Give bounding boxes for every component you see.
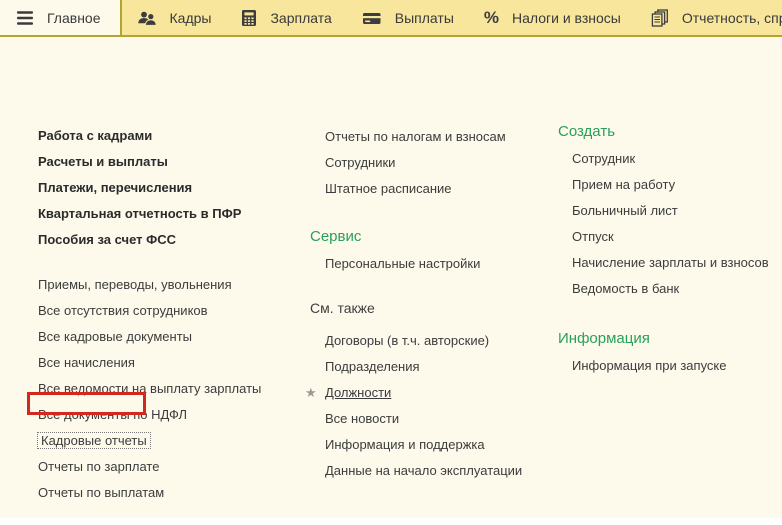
menu-item-raschety-i-vyplaty[interactable]: Расчеты и выплаты (38, 149, 261, 175)
menu-item-label: Должности (325, 385, 392, 400)
tab-glavnoe[interactable]: Главное (0, 0, 122, 35)
menu-item-vse-vedomosti[interactable]: Все ведомости на выплату зарплаты (38, 376, 261, 402)
menu-item-bolnichnyy-list[interactable]: Больничный лист (572, 198, 769, 224)
app-window: Главное Кадры Зарплата Выплаты % Налоги … (0, 0, 782, 525)
menu-item-sotrudnik[interactable]: Сотрудник (572, 146, 769, 172)
section-heading-informaciya: Информация (558, 330, 650, 347)
documents-icon (651, 8, 669, 27)
menu-item-podrazdeleniya[interactable]: Подразделения (325, 354, 522, 380)
menu-item-vse-otsutstviya[interactable]: Все отсутствия сотрудников (38, 298, 261, 324)
menu-column-left: Работа с кадрами Расчеты и выплаты Плате… (37, 123, 261, 506)
menu-item-label: Кадровые отчеты (37, 432, 151, 449)
tab-nalogi[interactable]: % Налоги и взносы (469, 0, 636, 35)
menu-item-vse-nachisleniya[interactable]: Все начисления (38, 350, 261, 376)
menu-item-nachislenie-zarplaty[interactable]: Начисление зарплаты и взносов (572, 250, 769, 276)
menu-column-right: Создать Сотрудник Прием на работу Больни… (558, 118, 769, 379)
tab-kadry[interactable]: Кадры (122, 0, 227, 35)
percent-icon: % (483, 7, 500, 27)
start-page-menu: Работа с кадрами Расчеты и выплаты Плате… (0, 37, 782, 516)
menu-item-informaciya-podderzhka[interactable]: Информация и поддержка (325, 432, 522, 458)
menu-item-kadrovye-otchety[interactable]: Кадровые отчеты (37, 428, 261, 454)
tab-label: Отчетность, справки (681, 9, 782, 26)
menu-item-sotrudniki[interactable]: Сотрудники (325, 150, 522, 176)
menu-item-dolzhnosti[interactable]: ★ Должности (305, 380, 522, 406)
menu-item-shtatnoe-raspisanie[interactable]: Штатное расписание (325, 176, 522, 202)
menu-item-otchety-nalogi-vznosy[interactable]: Отчеты по налогам и взносам (325, 124, 522, 150)
menu-item-platezhi[interactable]: Платежи, перечисления (38, 175, 261, 201)
tab-label: Кадры (169, 9, 212, 26)
menu-item-kvartalnaya-otchetnost[interactable]: Квартальная отчетность в ПФР (38, 201, 261, 227)
menu-item-dogovory[interactable]: Договоры (в т.ч. авторские) (325, 328, 522, 354)
menu-item-vse-dokumenty-ndfl[interactable]: Все документы по НДФЛ (38, 402, 261, 428)
section-label-see-also: См. также (310, 300, 375, 316)
menu-item-informaciya-pri-zapuske[interactable]: Информация при запуске (572, 353, 769, 379)
menu-item-priem-na-rabotu[interactable]: Прием на работу (572, 172, 769, 198)
tab-otchetnost[interactable]: Отчетность, справки (636, 0, 782, 35)
calculator-icon (241, 9, 257, 27)
tab-label: Выплаты (394, 9, 454, 26)
tab-label: Зарплата (270, 9, 332, 26)
tab-label: Налоги и взносы (512, 9, 621, 26)
section-heading-sozdat: Создать (558, 123, 616, 140)
tab-label: Главное (47, 9, 101, 26)
menu-item-rabota-s-kadrami[interactable]: Работа с кадрами (38, 123, 261, 149)
section-heading-servis: Сервис (310, 228, 362, 245)
section-tabbar: Главное Кадры Зарплата Выплаты % Налоги … (0, 0, 782, 37)
card-icon (362, 10, 382, 26)
window-bottom-edge (0, 518, 782, 525)
hamburger-icon[interactable] (16, 10, 34, 26)
people-icon (137, 10, 157, 26)
menu-column-middle: Отчеты по налогам и взносам Сотрудники Ш… (305, 124, 522, 484)
menu-item-dannye-na-nachalo[interactable]: Данные на начало эксплуатации (325, 458, 522, 484)
menu-item-otchety-po-zarplate[interactable]: Отчеты по зарплате (38, 454, 261, 480)
menu-item-priemy-perevody[interactable]: Приемы, переводы, увольнения (38, 272, 261, 298)
menu-item-personalnye-nastroyki[interactable]: Персональные настройки (325, 251, 522, 277)
tab-vyplaty[interactable]: Выплаты (347, 0, 469, 35)
menu-item-posobiya-fss[interactable]: Пособия за счет ФСС (38, 227, 261, 253)
menu-item-otchety-po-vyplatam[interactable]: Отчеты по выплатам (38, 480, 261, 506)
menu-item-vse-kadrovye-dokumenty[interactable]: Все кадровые документы (38, 324, 261, 350)
menu-item-vse-novosti[interactable]: Все новости (325, 406, 522, 432)
menu-item-vedomost-v-bank[interactable]: Ведомость в банк (572, 276, 769, 302)
menu-item-otpusk[interactable]: Отпуск (572, 224, 769, 250)
star-icon[interactable]: ★ (305, 380, 317, 406)
tab-zarplata[interactable]: Зарплата (226, 0, 346, 35)
